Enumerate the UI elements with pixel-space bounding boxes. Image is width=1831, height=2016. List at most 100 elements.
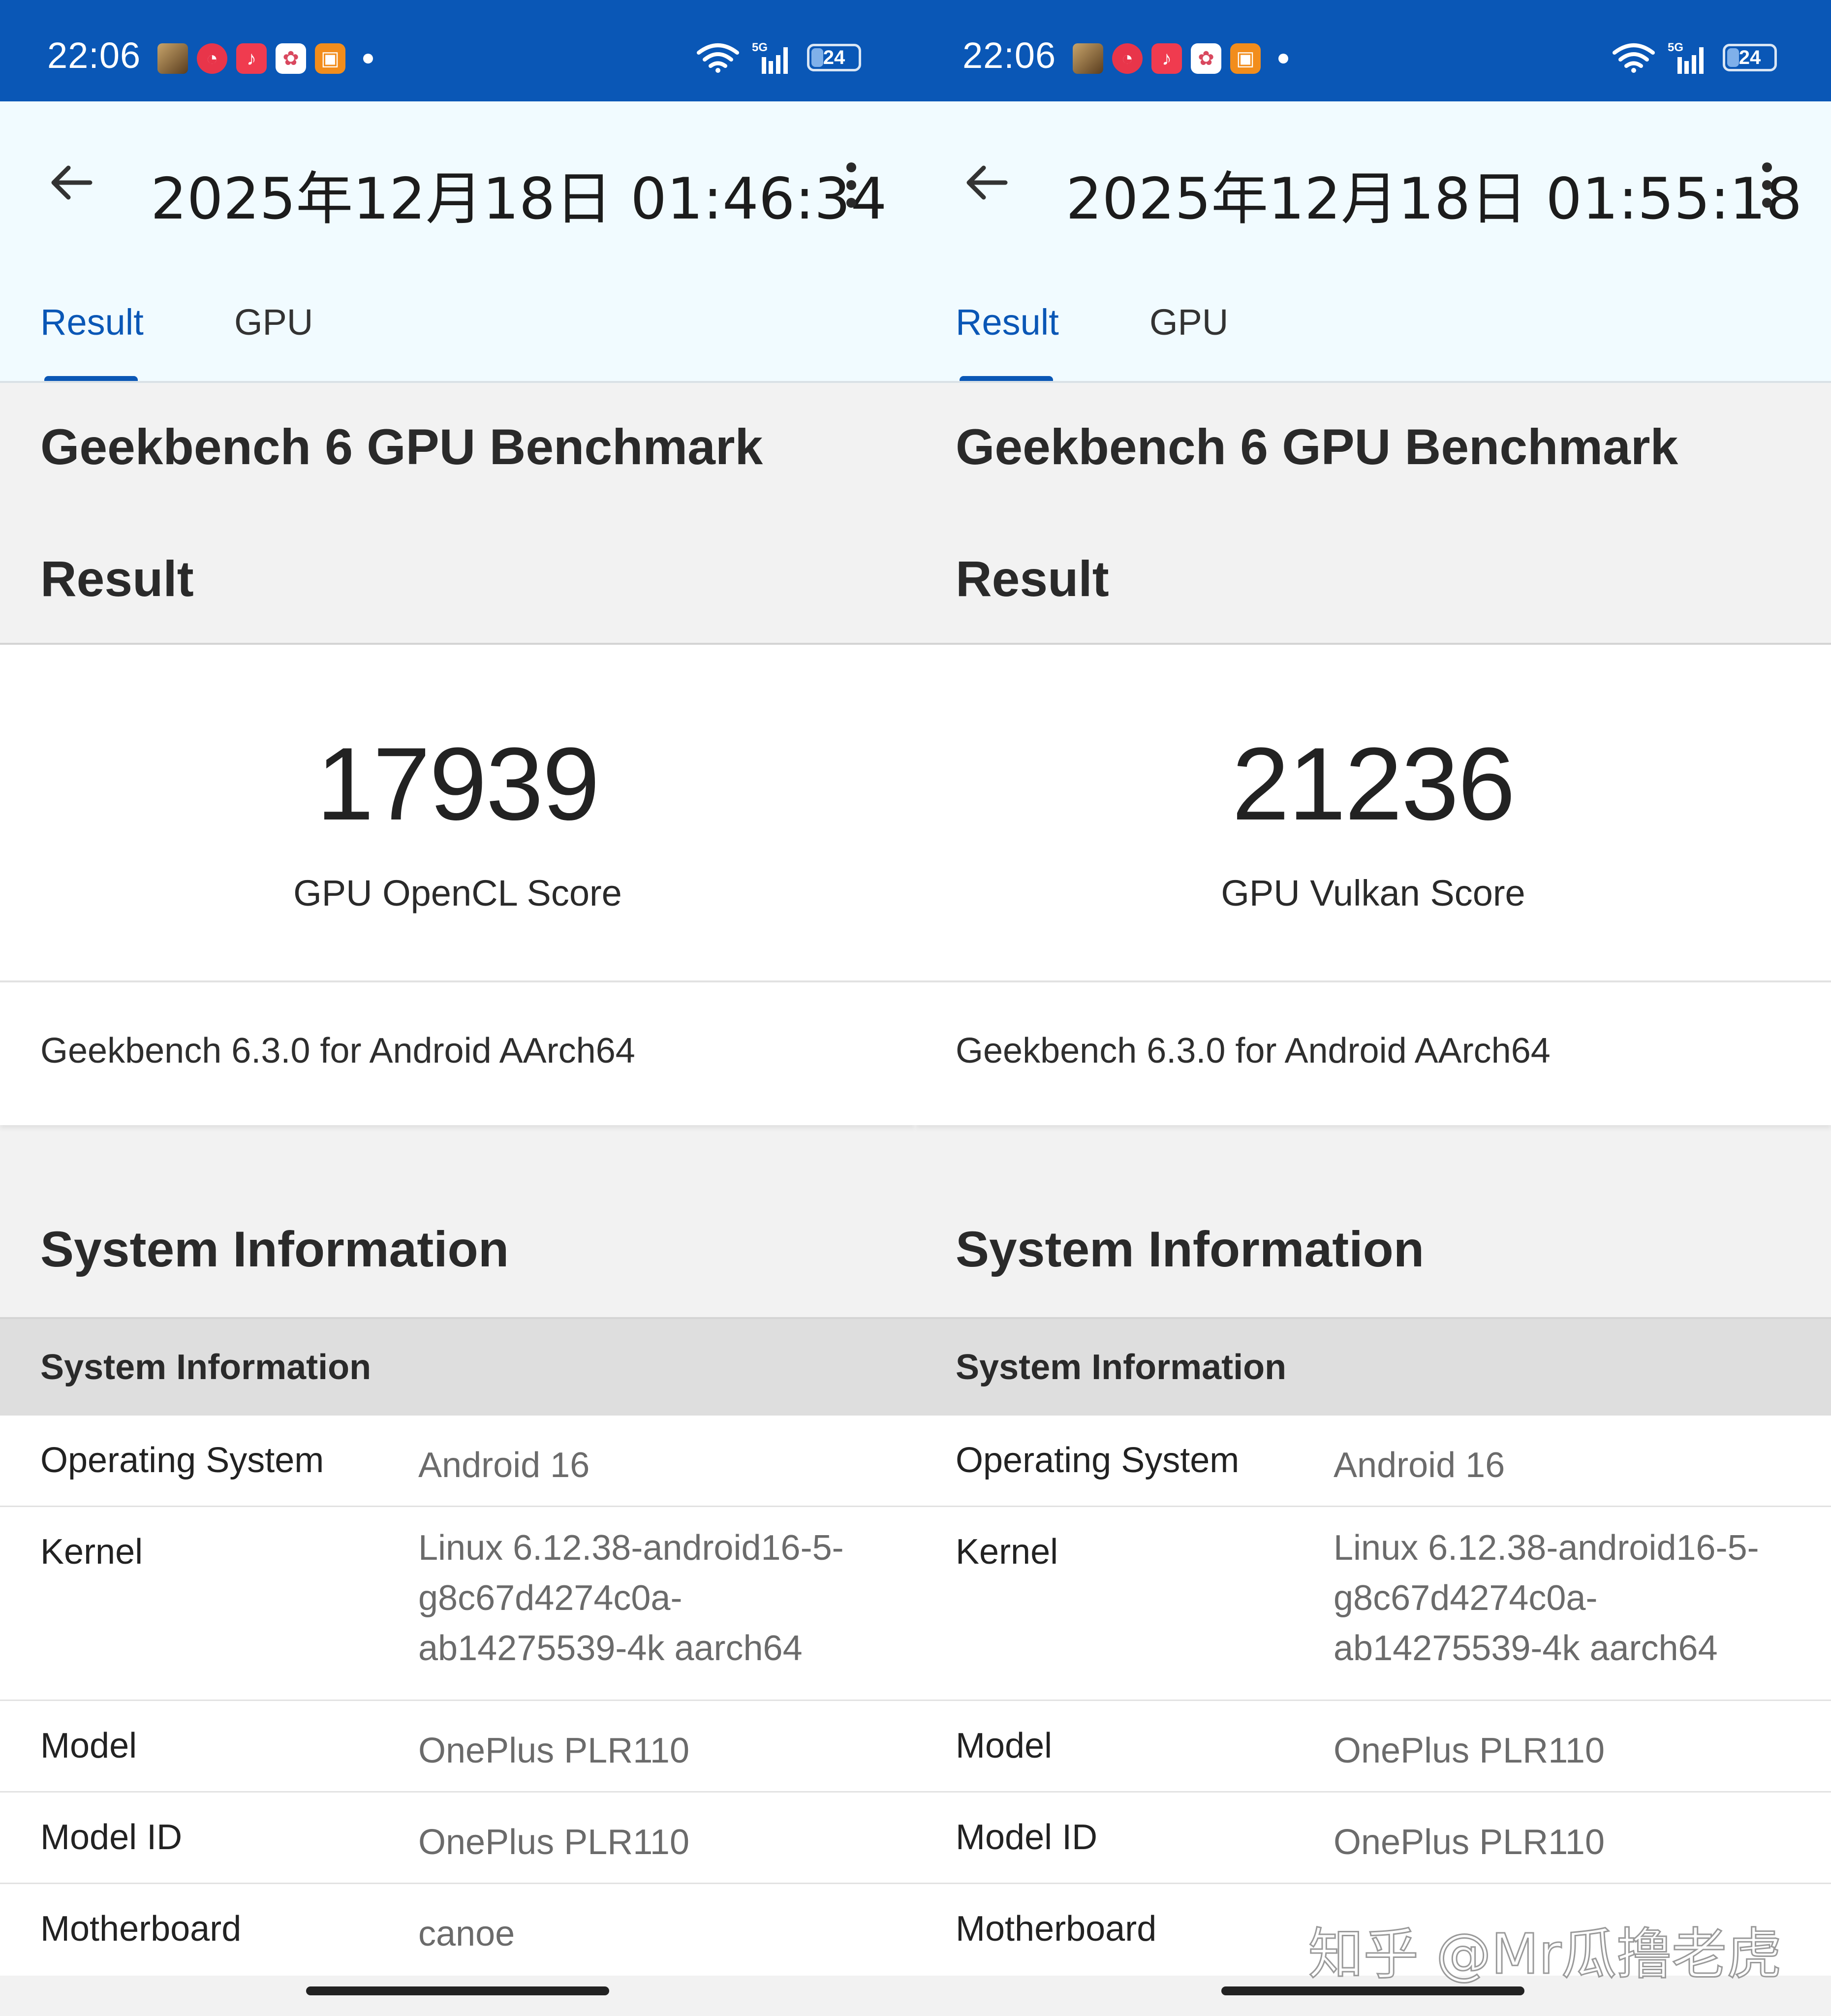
status-right: 5G 24: [1613, 40, 1777, 75]
table-row: Operating System Android 16: [0, 1416, 915, 1507]
row-value: OnePlus PLR110: [418, 1731, 690, 1770]
row-value-line: ab14275539-4k aarch64: [1334, 1629, 1718, 1668]
tab-gpu[interactable]: GPU: [234, 298, 313, 383]
music-app-icon: ♪: [1151, 43, 1182, 74]
table-row: Kernel Linux 6.12.38-android16-5- g8c67d…: [0, 1507, 915, 1701]
row-key: Motherboard: [956, 1909, 1157, 1949]
signal-icon: 5G: [752, 40, 794, 75]
row-value-line: Linux 6.12.38-android16-5-: [418, 1528, 844, 1568]
tab-result[interactable]: Result: [956, 298, 1059, 383]
back-button[interactable]: [44, 156, 98, 210]
benchmark-title: Geekbench 6 GPU Benchmark: [40, 419, 763, 475]
page-title: 2025年12月18日 01:46:34: [151, 166, 887, 232]
battery-icon: 24: [807, 44, 861, 71]
app-bar: 2025年12月18日 01:46:34 Result GPU: [0, 101, 915, 383]
row-key: Model: [956, 1726, 1053, 1765]
sysinfo-table: System Information Operating System Andr…: [915, 1317, 1831, 1976]
music-app-icon: ♪: [236, 43, 267, 74]
app-bar: 2025年12月18日 01:55:18 Result GPU: [915, 101, 1831, 383]
status-time: 22:06: [47, 35, 141, 76]
home-indicator[interactable]: [306, 1986, 609, 1995]
row-key: Model ID: [956, 1818, 1098, 1857]
table-row: Model ID OnePlus PLR110: [915, 1793, 1831, 1884]
table-row: Operating System Android 16: [915, 1416, 1831, 1507]
row-key: Operating System: [40, 1441, 324, 1480]
version-text: Geekbench 6.3.0 for Android AArch64: [40, 1031, 635, 1071]
row-key: Kernel: [40, 1532, 143, 1572]
status-bar: 22:06 ◔ ♪ ✿ ▣ 5G 24: [0, 0, 915, 101]
table-row: Model ID OnePlus PLR110: [0, 1793, 915, 1884]
score-label: GPU OpenCL Score: [293, 873, 622, 914]
chat-app-icon: ◔: [197, 43, 227, 74]
row-value: OnePlus PLR110: [418, 1823, 690, 1862]
message-app-icon: ▣: [315, 43, 345, 74]
benchmark-subtitle: Result: [956, 551, 1109, 607]
signal-label: 5G: [752, 41, 768, 54]
row-value: Linux 6.12.38-android16-5- g8c67d4274c0a…: [1334, 1523, 1759, 1673]
more-vert-icon[interactable]: [1747, 156, 1787, 215]
row-value: Android 16: [418, 1446, 590, 1485]
page-title: 2025年12月18日 01:55:18: [1066, 166, 1802, 232]
arrow-left-icon: [51, 165, 93, 200]
tab-gpu[interactable]: GPU: [1149, 298, 1228, 383]
watermark-text: 知乎 @Mr瓜撸老虎: [1307, 1922, 1782, 1987]
home-indicator[interactable]: [1221, 1986, 1524, 1995]
benchmark-header: Geekbench 6 GPU Benchmark Result: [0, 383, 915, 645]
more-notifications-dot: [363, 54, 373, 63]
screen-right: 22:06 ◔ ♪ ✿ ▣ 5G 24 2025年12月18日 01:55:18…: [915, 0, 1831, 2016]
more-vert-icon[interactable]: [832, 156, 871, 215]
message-app-icon: ▣: [1230, 43, 1261, 74]
score-card: 17939 GPU OpenCL Score: [0, 645, 915, 982]
comparison-page: 22:06 ◔ ♪ ✿ ▣ 5G 24 2025年12月18日 01:46:34…: [0, 0, 1831, 2016]
row-value: OnePlus PLR110: [1334, 1823, 1605, 1862]
sysinfo-table: System Information Operating System Andr…: [0, 1317, 915, 1976]
battery-icon: 24: [1723, 44, 1777, 71]
photo-app-icon: [1073, 43, 1103, 74]
arrow-left-icon: [966, 165, 1008, 200]
table-row: Kernel Linux 6.12.38-android16-5- g8c67d…: [915, 1507, 1831, 1701]
row-value-line: g8c67d4274c0a-: [1334, 1578, 1598, 1618]
more-notifications-dot: [1278, 54, 1288, 63]
sysinfo-subheader: System Information: [915, 1319, 1831, 1416]
wifi-icon: [1613, 42, 1655, 73]
row-key: Model: [40, 1726, 137, 1765]
row-value: canoe: [418, 1914, 515, 1953]
table-row: Model OnePlus PLR110: [915, 1701, 1831, 1793]
tab-result[interactable]: Result: [40, 298, 144, 383]
score-label: GPU Vulkan Score: [1221, 873, 1525, 914]
screen-left: 22:06 ◔ ♪ ✿ ▣ 5G 24 2025年12月18日 01:46:34…: [0, 0, 915, 2016]
benchmark-header: Geekbench 6 GPU Benchmark Result: [915, 383, 1831, 645]
row-key: Kernel: [956, 1532, 1058, 1572]
notification-icons: ◔ ♪ ✿ ▣: [1073, 43, 1288, 74]
score-value: 21236: [1232, 726, 1516, 842]
row-key: Motherboard: [40, 1909, 242, 1949]
gallery-app-icon: ✿: [276, 43, 306, 74]
sysinfo-heading: System Information: [956, 1221, 1425, 1277]
row-key: Model ID: [40, 1818, 183, 1857]
sysinfo-subheader: System Information: [0, 1319, 915, 1416]
table-row: Motherboard canoe: [0, 1884, 915, 1976]
battery-level: 24: [823, 46, 845, 68]
row-value: OnePlus PLR110: [1334, 1731, 1605, 1770]
wifi-icon: [697, 42, 739, 73]
row-value-line: Linux 6.12.38-android16-5-: [1334, 1528, 1759, 1568]
status-time: 22:06: [962, 35, 1056, 76]
version-text: Geekbench 6.3.0 for Android AArch64: [956, 1031, 1551, 1071]
sysinfo-heading: System Information: [40, 1221, 509, 1277]
photo-app-icon: [157, 43, 188, 74]
version-card: Geekbench 6.3.0 for Android AArch64: [0, 982, 915, 1125]
status-right: 5G 24: [697, 40, 861, 75]
status-bar: 22:06 ◔ ♪ ✿ ▣ 5G 24: [915, 0, 1831, 101]
row-value: Android 16: [1334, 1446, 1505, 1485]
signal-icon: 5G: [1668, 40, 1710, 75]
score-value: 17939: [316, 726, 600, 842]
score-card: 21236 GPU Vulkan Score: [915, 645, 1831, 982]
row-value: Linux 6.12.38-android16-5- g8c67d4274c0a…: [418, 1523, 844, 1673]
gallery-app-icon: ✿: [1191, 43, 1221, 74]
version-card: Geekbench 6.3.0 for Android AArch64: [915, 982, 1831, 1125]
row-key: Operating System: [956, 1441, 1240, 1480]
back-button[interactable]: [960, 156, 1014, 210]
tab-bar: Result GPU: [915, 298, 1831, 383]
row-value-line: g8c67d4274c0a-: [418, 1578, 683, 1618]
table-row: Model OnePlus PLR110: [0, 1701, 915, 1793]
